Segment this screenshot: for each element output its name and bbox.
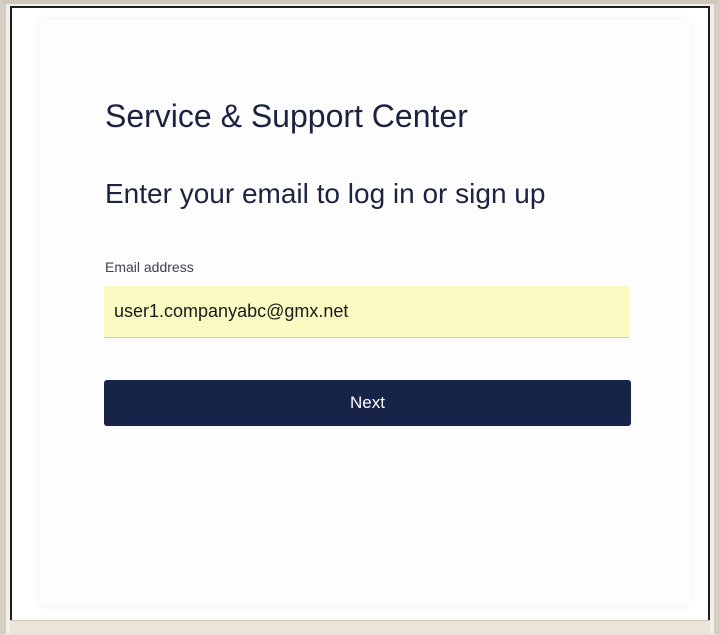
email-label: Email address bbox=[105, 259, 194, 275]
page-title: Service & Support Center bbox=[105, 98, 468, 134]
login-prompt: Enter your email to log in or sign up bbox=[105, 178, 546, 209]
email-field[interactable] bbox=[104, 286, 629, 338]
bottom-edge bbox=[10, 620, 710, 635]
next-button[interactable]: Next bbox=[104, 380, 631, 426]
